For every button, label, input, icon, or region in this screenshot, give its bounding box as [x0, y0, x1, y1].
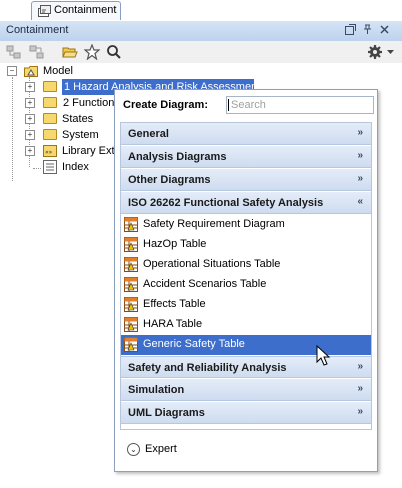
expand-toggle-icon[interactable]: + [25, 130, 35, 140]
tab-strip: Containment [0, 0, 402, 22]
tree-label: Library Ext [62, 145, 114, 157]
diagram-item-generic-safety-table[interactable]: Generic Safety Table [121, 335, 371, 355]
diagram-item-label: Effects Table [143, 298, 206, 310]
text-caret [228, 99, 229, 111]
gear-icon[interactable] [367, 44, 383, 60]
safety-table-icon [124, 237, 138, 252]
diagram-item-label: Safety Requirement Diagram [143, 218, 285, 230]
category-label: UML Diagrams [128, 407, 205, 419]
chevron-down-icon: » [357, 173, 363, 184]
toolbar [0, 41, 402, 64]
tree-connector [33, 168, 41, 169]
category-label: General [128, 128, 169, 140]
expand-toggle-icon[interactable]: + [25, 114, 35, 124]
safety-table-icon [124, 337, 138, 352]
category-iso-26262[interactable]: ISO 26262 Functional Safety Analysis « [121, 192, 371, 214]
diagram-item-effects-table[interactable]: Effects Table [121, 295, 371, 315]
collapse-toggle-icon[interactable]: − [7, 66, 17, 76]
category-other-diagrams[interactable]: Other Diagrams » [121, 169, 371, 191]
tree-label: System [62, 129, 99, 141]
tree-label: 2 Functional Safety Concept [63, 97, 114, 109]
diagram-item-hara-table[interactable]: HARA Table [121, 315, 371, 335]
containment-icon [38, 5, 51, 17]
expand-toggle-icon[interactable]: + [25, 82, 35, 92]
mouse-cursor-icon [316, 345, 331, 366]
svg-text:«»: «» [45, 149, 53, 156]
model-icon [24, 66, 38, 77]
chevron-down-icon: » [357, 361, 363, 372]
category-label: Other Diagrams [128, 174, 211, 186]
collapse-icon[interactable] [6, 44, 22, 60]
diagram-item-operational-situations[interactable]: Operational Situations Table [121, 255, 371, 275]
category-label: Safety and Reliability Analysis [128, 362, 287, 374]
category-analysis-diagrams[interactable]: Analysis Diagrams » [121, 146, 371, 168]
panel-header: Containment [0, 21, 402, 42]
chevron-down-icon: » [357, 406, 363, 417]
safety-table-icon [124, 317, 138, 332]
category-label: Simulation [128, 384, 185, 396]
folder-icon [43, 97, 57, 108]
index-icon [43, 160, 57, 174]
search-icon[interactable] [106, 44, 122, 60]
star-icon[interactable] [84, 44, 100, 60]
create-diagram-popup: Create Diagram: Search General » Analysi… [114, 89, 378, 472]
diagram-item-label: Generic Safety Table [143, 338, 245, 350]
chevron-down-circle-icon: ⌄ [127, 443, 140, 456]
diagram-type-list: General » Analysis Diagrams » Other Diag… [120, 122, 372, 430]
pin-icon[interactable] [361, 24, 374, 37]
folder-icon [43, 113, 57, 124]
search-placeholder: Search [231, 99, 266, 111]
category-label: Analysis Diagrams [128, 151, 227, 163]
create-diagram-label: Create Diagram: [123, 99, 208, 111]
category-uml-diagrams[interactable]: UML Diagrams » [121, 402, 371, 424]
chevron-up-icon: « [357, 196, 363, 207]
diagram-item-label: Accident Scenarios Table [143, 278, 267, 290]
diagram-item-hazop-table[interactable]: HazOp Table [121, 235, 371, 255]
tab-containment[interactable]: Containment [31, 1, 121, 20]
category-simulation[interactable]: Simulation » [121, 379, 371, 401]
tab-label: Containment [54, 4, 117, 16]
chevron-down-icon: » [357, 383, 363, 394]
category-label: ISO 26262 Functional Safety Analysis [128, 197, 324, 209]
tree-label: Model [43, 65, 73, 77]
chevron-down-icon: » [357, 150, 363, 161]
library-icon: «» [43, 145, 57, 157]
dock-icon[interactable] [344, 24, 357, 37]
expand-icon[interactable] [29, 44, 45, 60]
safety-table-icon [124, 297, 138, 312]
diagram-item-label: HARA Table [143, 318, 203, 330]
folder-icon [43, 81, 57, 92]
panel-title: Containment [6, 24, 69, 36]
chevron-down-icon[interactable] [387, 50, 394, 55]
folder-icon [43, 129, 57, 140]
close-icon[interactable] [378, 24, 391, 37]
expand-toggle-icon[interactable]: + [25, 98, 35, 108]
category-general[interactable]: General » [121, 123, 371, 145]
diagram-item-accident-scenarios[interactable]: Accident Scenarios Table [121, 275, 371, 295]
expand-toggle-icon[interactable]: + [25, 146, 35, 156]
diagram-item-label: HazOp Table [143, 238, 207, 250]
diagram-item-label: Operational Situations Table [143, 258, 281, 270]
safety-table-icon [124, 257, 138, 272]
safety-table-icon [124, 217, 138, 232]
open-folder-icon[interactable] [62, 44, 78, 60]
search-input[interactable]: Search [226, 96, 374, 114]
chevron-down-icon: » [357, 127, 363, 138]
safety-table-icon [124, 277, 138, 292]
expert-label: Expert [145, 443, 177, 455]
tree-label: States [62, 113, 94, 125]
category-safety-reliability[interactable]: Safety and Reliability Analysis » [121, 356, 371, 378]
tree-label: Index [62, 161, 89, 173]
diagram-item-safety-requirement[interactable]: Safety Requirement Diagram [121, 215, 371, 235]
